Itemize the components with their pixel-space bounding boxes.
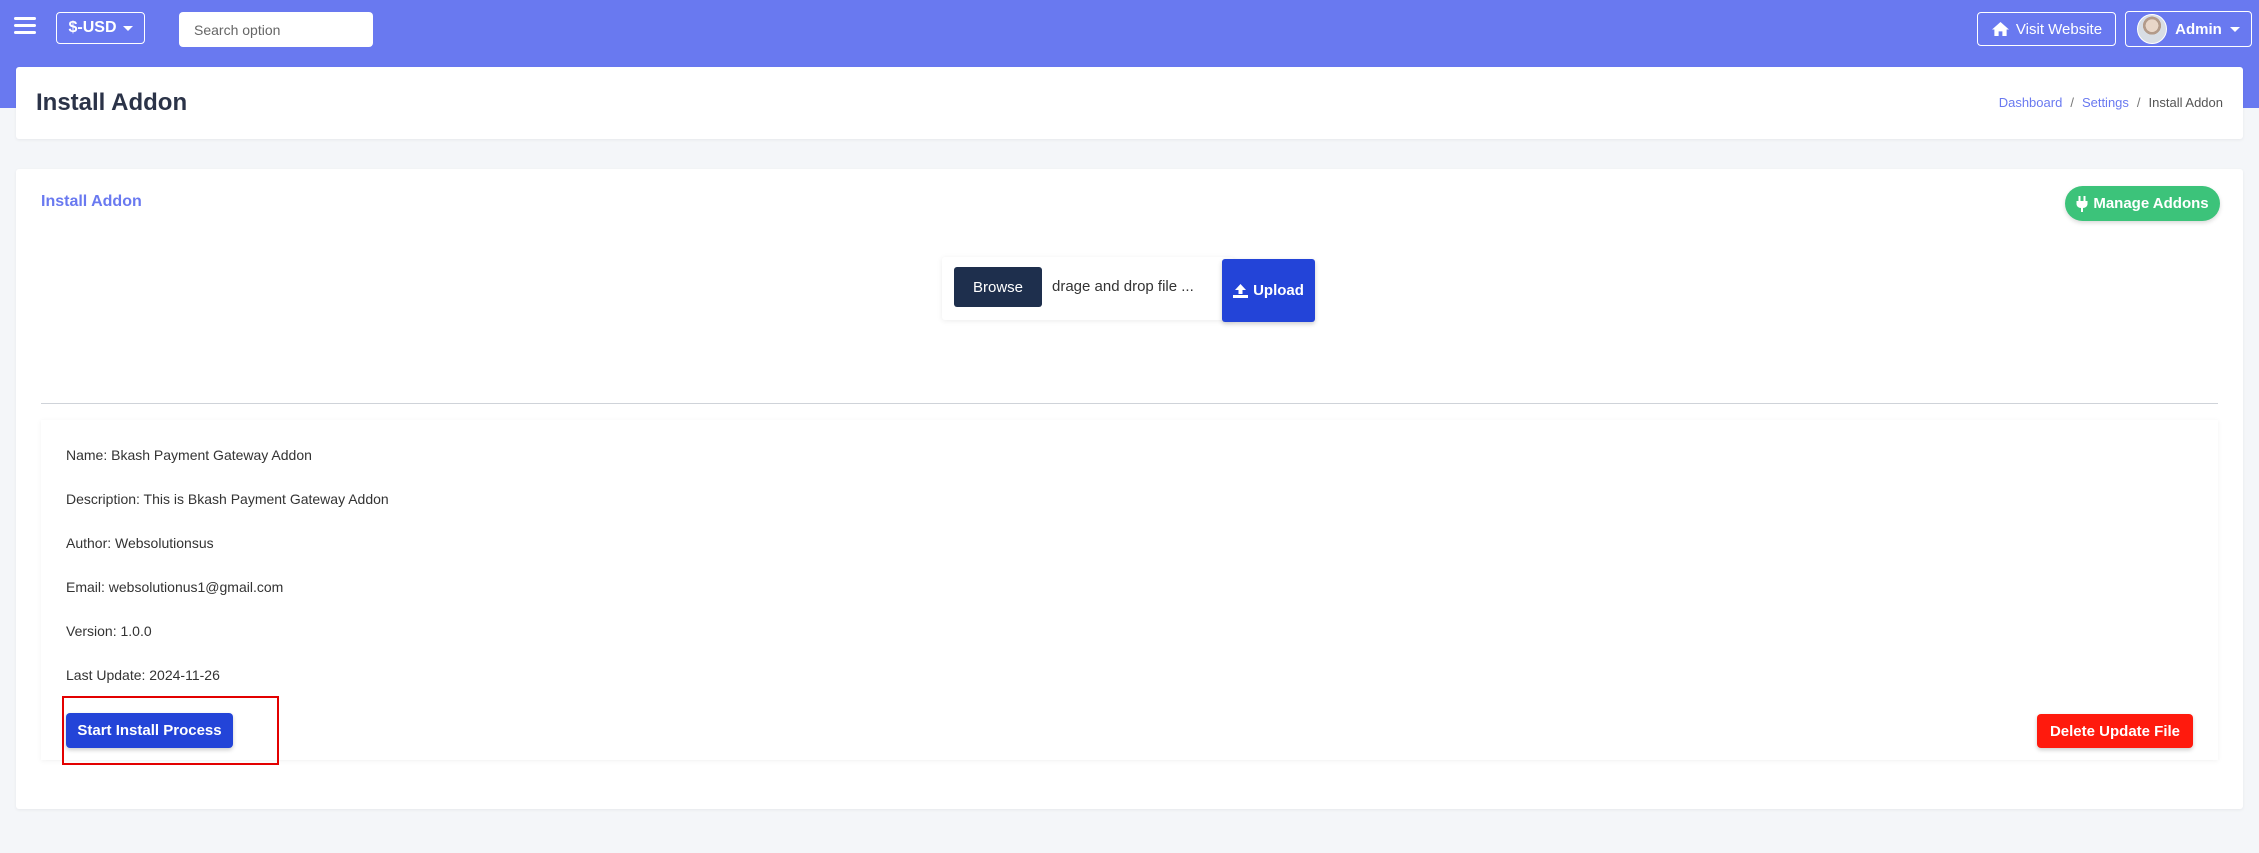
install-addon-card: Install Addon Manage Addons Browse drage… xyxy=(16,169,2243,809)
manage-addons-button[interactable]: Manage Addons xyxy=(2065,186,2220,221)
search-input[interactable] xyxy=(179,12,373,47)
browse-button[interactable]: Browse xyxy=(954,267,1042,307)
addon-author: Author: Websolutionsus xyxy=(66,535,214,551)
upload-button[interactable]: Upload xyxy=(1222,259,1315,322)
visit-website-label: Visit Website xyxy=(2015,20,2103,38)
addon-name: Name: Bkash Payment Gateway Addon xyxy=(66,447,312,463)
addon-description: Description: This is Bkash Payment Gatew… xyxy=(66,491,389,507)
addon-version: Version: 1.0.0 xyxy=(66,623,152,639)
breadcrumb-current: Install Addon xyxy=(2148,95,2223,110)
breadcrumb-separator: / xyxy=(2070,95,2074,110)
currency-label: $-USD xyxy=(68,19,117,36)
page-header: Install Addon Dashboard / Settings / Ins… xyxy=(16,67,2243,139)
file-name-label: drage and drop file ... xyxy=(1052,278,1194,295)
manage-addons-label: Manage Addons xyxy=(2093,195,2209,212)
addon-info-panel: Name: Bkash Payment Gateway Addon Descri… xyxy=(41,420,2218,765)
breadcrumb-settings[interactable]: Settings xyxy=(2082,95,2129,110)
card-title: Install Addon xyxy=(41,193,142,210)
topbar-row: $-USD Visit Website Admin xyxy=(0,0,2259,58)
addon-email: Email: websolutionus1@gmail.com xyxy=(66,579,284,595)
admin-dropdown[interactable]: Admin xyxy=(2125,11,2252,47)
file-dropzone[interactable]: Browse drage and drop file ... xyxy=(942,257,1234,320)
visit-website-button[interactable]: Visit Website xyxy=(1977,12,2116,46)
caret-down-icon xyxy=(122,25,133,31)
currency-dropdown[interactable]: $-USD xyxy=(56,12,145,44)
delete-update-file-button[interactable]: Delete Update File xyxy=(2037,714,2193,748)
plug-icon xyxy=(2076,195,2088,212)
breadcrumb: Dashboard / Settings / Install Addon xyxy=(1999,95,2223,110)
start-install-button[interactable]: Start Install Process xyxy=(66,713,233,748)
breadcrumb-separator: / xyxy=(2136,95,2141,110)
menu-icon[interactable] xyxy=(14,17,36,39)
avatar xyxy=(2137,14,2168,44)
caret-down-icon xyxy=(2229,26,2240,32)
addon-last-update: Last Update: 2024-11-26 xyxy=(66,667,220,683)
upload-icon xyxy=(1233,283,1249,298)
admin-label: Admin xyxy=(2175,20,2222,38)
page-title: Install Addon xyxy=(36,89,188,116)
upload-label: Upload xyxy=(1253,282,1304,299)
breadcrumb-dashboard[interactable]: Dashboard xyxy=(1999,95,2063,110)
home-icon xyxy=(1991,21,2009,37)
divider xyxy=(41,403,2218,404)
